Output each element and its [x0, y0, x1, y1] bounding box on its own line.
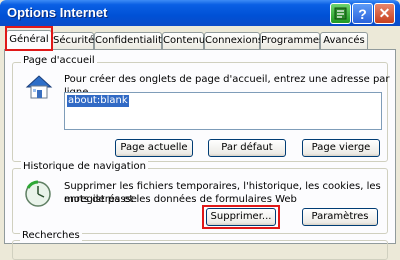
search-group [12, 240, 388, 260]
title-bar: Options Internet ? ✕ [0, 0, 400, 26]
homepage-group-title: Page d'accueil [21, 55, 97, 66]
tab-contenu[interactable]: Contenu [162, 32, 205, 49]
close-icon: ✕ [378, 5, 391, 21]
tab-connexions[interactable]: Connexions [204, 32, 263, 49]
ie-options-icon [334, 7, 347, 20]
help-icon: ? [358, 5, 367, 22]
tab-general[interactable]: Général [6, 30, 52, 50]
default-page-button[interactable]: Par défaut [208, 139, 286, 157]
ie-options-icon-button[interactable] [330, 3, 351, 24]
history-settings-button[interactable]: Paramètres [302, 208, 378, 226]
close-button[interactable]: ✕ [374, 3, 395, 24]
homepage-url-value: about:blank [67, 95, 129, 107]
homepage-url-field[interactable]: about:blank [64, 92, 382, 130]
tab-confidentialite[interactable]: Confidentialité [94, 32, 168, 49]
tab-avances[interactable]: Avancés [320, 32, 368, 49]
tab-securite[interactable]: Sécurité [52, 32, 94, 49]
window-title: Options Internet [7, 5, 108, 20]
history-group-title: Historique de navigation [21, 161, 148, 172]
current-page-button[interactable]: Page actuelle [115, 139, 193, 157]
history-description-line2: enregistrés et les données de formulaire… [64, 194, 297, 205]
delete-history-button[interactable]: Supprimer... [206, 208, 276, 226]
house-icon [25, 75, 53, 99]
search-group-title: Recherches [20, 229, 82, 242]
tab-programmes[interactable]: Programmes [260, 32, 324, 49]
help-button[interactable]: ? [352, 3, 373, 24]
blank-page-button[interactable]: Page vierge [302, 139, 380, 157]
history-clock-icon [25, 180, 51, 207]
